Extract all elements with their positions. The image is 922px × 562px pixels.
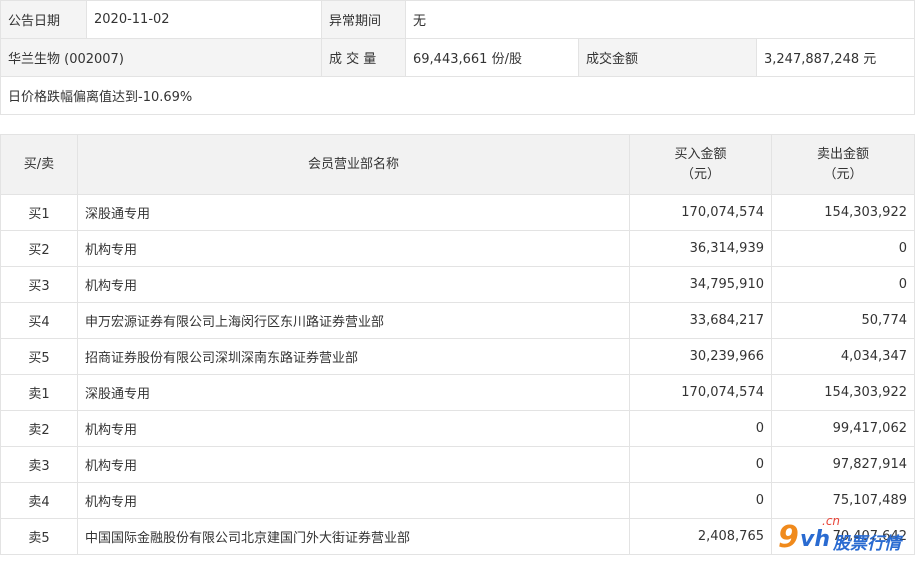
row-member-name: 机构专用 <box>77 410 630 447</box>
header-side: 买/卖 <box>0 134 78 195</box>
row-member-name: 机构专用 <box>77 266 630 303</box>
row-sell-amount: 97,827,914 <box>771 446 915 483</box>
row-buy-amount: 170,074,574 <box>629 374 772 411</box>
turnover-value: 3,247,887,248 元 <box>755 38 916 77</box>
table-row: 买1 深股通专用 170,074,574 154,303,922 <box>0 194 915 231</box>
header-buy-amount: 买入金额 （元） <box>629 134 772 195</box>
table-row: 买2 机构专用 36,314,939 0 <box>0 230 915 267</box>
announcement-info-table: 公告日期 2020-11-02 异常期间 无 华兰生物 (002007) 成 交… <box>0 0 916 115</box>
table-row: 卖5 中国国际金融股份有限公司北京建国门外大街证券营业部 2,408,765 7… <box>0 518 915 555</box>
row-sell-amount: 0 <box>771 230 915 267</box>
row-buy-amount: 0 <box>629 482 772 519</box>
row-side: 卖4 <box>0 482 78 519</box>
table-row: 买4 申万宏源证券有限公司上海闵行区东川路证券营业部 33,684,217 50… <box>0 302 915 339</box>
row-member-name: 中国国际金融股份有限公司北京建国门外大街证券营业部 <box>77 518 630 555</box>
volume-label: 成 交 量 <box>321 38 406 77</box>
row-sell-amount: 75,107,489 <box>771 482 915 519</box>
row-side: 卖1 <box>0 374 78 411</box>
table-row: 卖2 机构专用 0 99,417,062 <box>0 410 915 447</box>
row-member-name: 机构专用 <box>77 446 630 483</box>
row-side: 买4 <box>0 302 78 339</box>
stock-name: 华兰生物 (002007) <box>0 38 322 77</box>
header-sell-amount: 卖出金额 （元） <box>771 134 915 195</box>
row-side: 卖2 <box>0 410 78 447</box>
trading-detail-table: 买/卖 会员营业部名称 买入金额 （元） 卖出金额 （元） 买1 深股通专用 1… <box>0 134 915 555</box>
table-row: 买5 招商证券股份有限公司深圳深南东路证券营业部 30,239,966 4,03… <box>0 338 915 375</box>
row-member-name: 招商证券股份有限公司深圳深南东路证券营业部 <box>77 338 630 375</box>
table-row: 卖3 机构专用 0 97,827,914 <box>0 446 915 483</box>
row-side: 买2 <box>0 230 78 267</box>
row-sell-amount: 70,407,642 <box>771 518 915 555</box>
deviation-reason: 日价格跌幅偏离值达到-10.69% <box>0 76 916 115</box>
info-row-stock: 华兰生物 (002007) 成 交 量 69,443,661 份/股 成交金额 … <box>0 38 916 77</box>
abnormal-period-value: 无 <box>404 0 916 39</box>
row-buy-amount: 33,684,217 <box>629 302 772 339</box>
announce-date-label: 公告日期 <box>0 0 87 39</box>
row-buy-amount: 0 <box>629 446 772 483</box>
header-buy-line2: （元） <box>680 166 720 182</box>
table-header-row: 买/卖 会员营业部名称 买入金额 （元） 卖出金额 （元） <box>0 134 915 195</box>
row-sell-amount: 154,303,922 <box>771 194 915 231</box>
header-buy-line1: 买入金额 <box>674 146 727 162</box>
table-row: 买3 机构专用 34,795,910 0 <box>0 266 915 303</box>
table-row: 卖1 深股通专用 170,074,574 154,303,922 <box>0 374 915 411</box>
row-side: 买5 <box>0 338 78 375</box>
row-buy-amount: 2,408,765 <box>629 518 772 555</box>
header-sell-line2: （元） <box>823 166 863 182</box>
row-buy-amount: 34,795,910 <box>629 266 772 303</box>
row-buy-amount: 0 <box>629 410 772 447</box>
header-sell-line1: 卖出金额 <box>816 146 869 162</box>
row-side: 买3 <box>0 266 78 303</box>
row-buy-amount: 36,314,939 <box>629 230 772 267</box>
volume-value: 69,443,661 份/股 <box>405 38 579 77</box>
row-sell-amount: 0 <box>771 266 915 303</box>
row-sell-amount: 99,417,062 <box>771 410 915 447</box>
row-sell-amount: 50,774 <box>771 302 915 339</box>
row-member-name: 深股通专用 <box>77 374 630 411</box>
row-side: 买1 <box>0 194 78 231</box>
row-member-name: 机构专用 <box>77 230 630 267</box>
row-side: 卖5 <box>0 518 78 555</box>
row-member-name: 申万宏源证券有限公司上海闵行区东川路证券营业部 <box>77 302 630 339</box>
info-row-date: 公告日期 2020-11-02 异常期间 无 <box>0 0 916 39</box>
announce-date-value: 2020-11-02 <box>86 0 322 39</box>
row-buy-amount: 170,074,574 <box>629 194 772 231</box>
turnover-label: 成交金额 <box>578 38 757 77</box>
abnormal-period-label: 异常期间 <box>321 0 406 39</box>
row-sell-amount: 154,303,922 <box>771 374 915 411</box>
header-member: 会员营业部名称 <box>77 134 630 195</box>
row-side: 卖3 <box>0 446 78 483</box>
row-member-name: 机构专用 <box>77 482 630 519</box>
row-member-name: 深股通专用 <box>77 194 630 231</box>
info-row-reason: 日价格跌幅偏离值达到-10.69% <box>0 76 916 115</box>
row-buy-amount: 30,239,966 <box>629 338 772 375</box>
table-row: 卖4 机构专用 0 75,107,489 <box>0 482 915 519</box>
row-sell-amount: 4,034,347 <box>771 338 915 375</box>
